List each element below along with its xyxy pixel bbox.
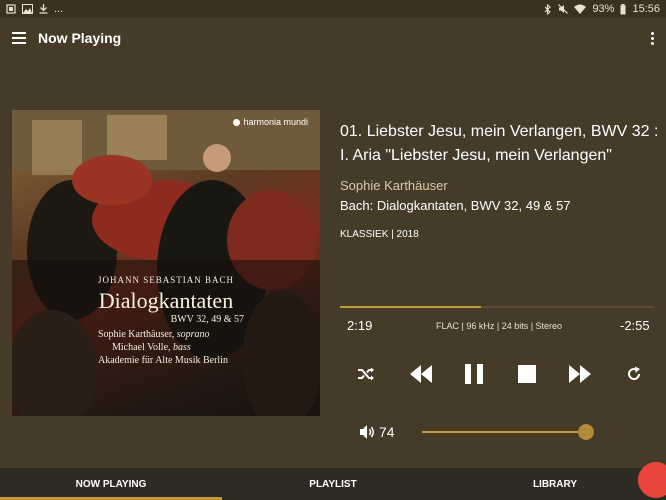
label-dot-icon bbox=[233, 119, 241, 127]
page-title: Now Playing bbox=[38, 30, 122, 46]
image-icon bbox=[22, 4, 33, 14]
track-genre-year: KLASSIEK | 2018 bbox=[340, 229, 419, 240]
tab-library[interactable]: LIBRARY bbox=[444, 468, 666, 500]
transport-controls bbox=[340, 358, 654, 390]
credit-line: Sophie Karthäuser, soprano bbox=[98, 328, 228, 341]
bluetooth-icon bbox=[545, 3, 552, 15]
time-elapsed: 2:19 bbox=[347, 318, 373, 333]
status-left-text: ... bbox=[54, 3, 64, 15]
stop-icon[interactable] bbox=[511, 358, 543, 390]
hamburger-menu-icon[interactable] bbox=[12, 32, 26, 44]
track-artist[interactable]: Sophie Karthäuser bbox=[340, 178, 448, 193]
pause-icon[interactable] bbox=[458, 358, 490, 390]
track-album[interactable]: Bach: Dialogkantaten, BWV 32, 49 & 57 bbox=[340, 198, 571, 213]
status-right: 93% 15:56 bbox=[544, 3, 660, 15]
status-bar: ... 93% 15:56 bbox=[0, 0, 666, 18]
credit-name: Sophie Karthäuser, bbox=[98, 329, 175, 340]
more-vert-icon[interactable] bbox=[650, 31, 654, 45]
cover-composer: JOHANN SEBASTIAN BACH bbox=[97, 275, 234, 285]
app-logo-button[interactable] bbox=[638, 462, 666, 498]
bottom-nav: NOW PLAYING PLAYLIST LIBRARY bbox=[0, 468, 666, 500]
volume-value: 74 bbox=[379, 424, 395, 440]
record-label-logo: harmonia mundi bbox=[233, 117, 308, 128]
volume-slider-fill bbox=[422, 431, 586, 433]
album-cover[interactable]: harmonia mundi JOHANN SEBASTIAN BACH Dia… bbox=[12, 110, 320, 416]
cover-painting bbox=[12, 110, 320, 416]
cover-subtitle: BWV 32, 49 & 57 bbox=[170, 314, 244, 325]
volume-slider-handle[interactable] bbox=[578, 424, 594, 440]
volume-slider[interactable] bbox=[422, 424, 594, 440]
cover-title: Dialogkantaten bbox=[98, 288, 234, 313]
credit-role: soprano bbox=[176, 329, 210, 340]
cover-credits: Sophie Karthäuser, soprano Michael Volle… bbox=[98, 328, 228, 367]
record-label: harmonia mundi bbox=[243, 117, 308, 127]
seek-bar[interactable] bbox=[340, 306, 654, 308]
audio-format: FLAC | 96 kHz | 24 bits | Stereo bbox=[436, 321, 563, 331]
shuffle-icon[interactable] bbox=[350, 358, 382, 390]
time-remaining: -2:55 bbox=[620, 318, 650, 333]
skip-next-icon[interactable] bbox=[564, 358, 596, 390]
battery-icon bbox=[620, 3, 626, 14]
repeat-icon[interactable] bbox=[618, 358, 650, 390]
download-icon bbox=[39, 4, 48, 14]
wifi-icon bbox=[574, 4, 587, 14]
credit-line: Akademie für Alte Musik Berlin bbox=[98, 355, 228, 366]
notification-icon bbox=[6, 4, 16, 14]
status-left: ... bbox=[6, 3, 63, 15]
tab-playlist[interactable]: PLAYLIST bbox=[222, 468, 444, 500]
battery-percent: 93% bbox=[592, 3, 615, 15]
mute-icon bbox=[558, 4, 569, 14]
clock: 15:56 bbox=[632, 3, 660, 15]
track-title: 01. Liebster Jesu, mein Verlangen, BWV 3… bbox=[340, 123, 659, 164]
credit-role: bass bbox=[173, 342, 191, 353]
tab-now-playing[interactable]: NOW PLAYING bbox=[0, 468, 222, 500]
credit-name: Michael Volle, bbox=[112, 342, 171, 353]
skip-previous-icon[interactable] bbox=[405, 358, 437, 390]
volume-icon[interactable] bbox=[359, 424, 377, 440]
credit-line: Michael Volle, bass bbox=[98, 341, 228, 354]
app-bar: Now Playing bbox=[0, 18, 666, 58]
seek-bar-fill bbox=[340, 306, 482, 308]
